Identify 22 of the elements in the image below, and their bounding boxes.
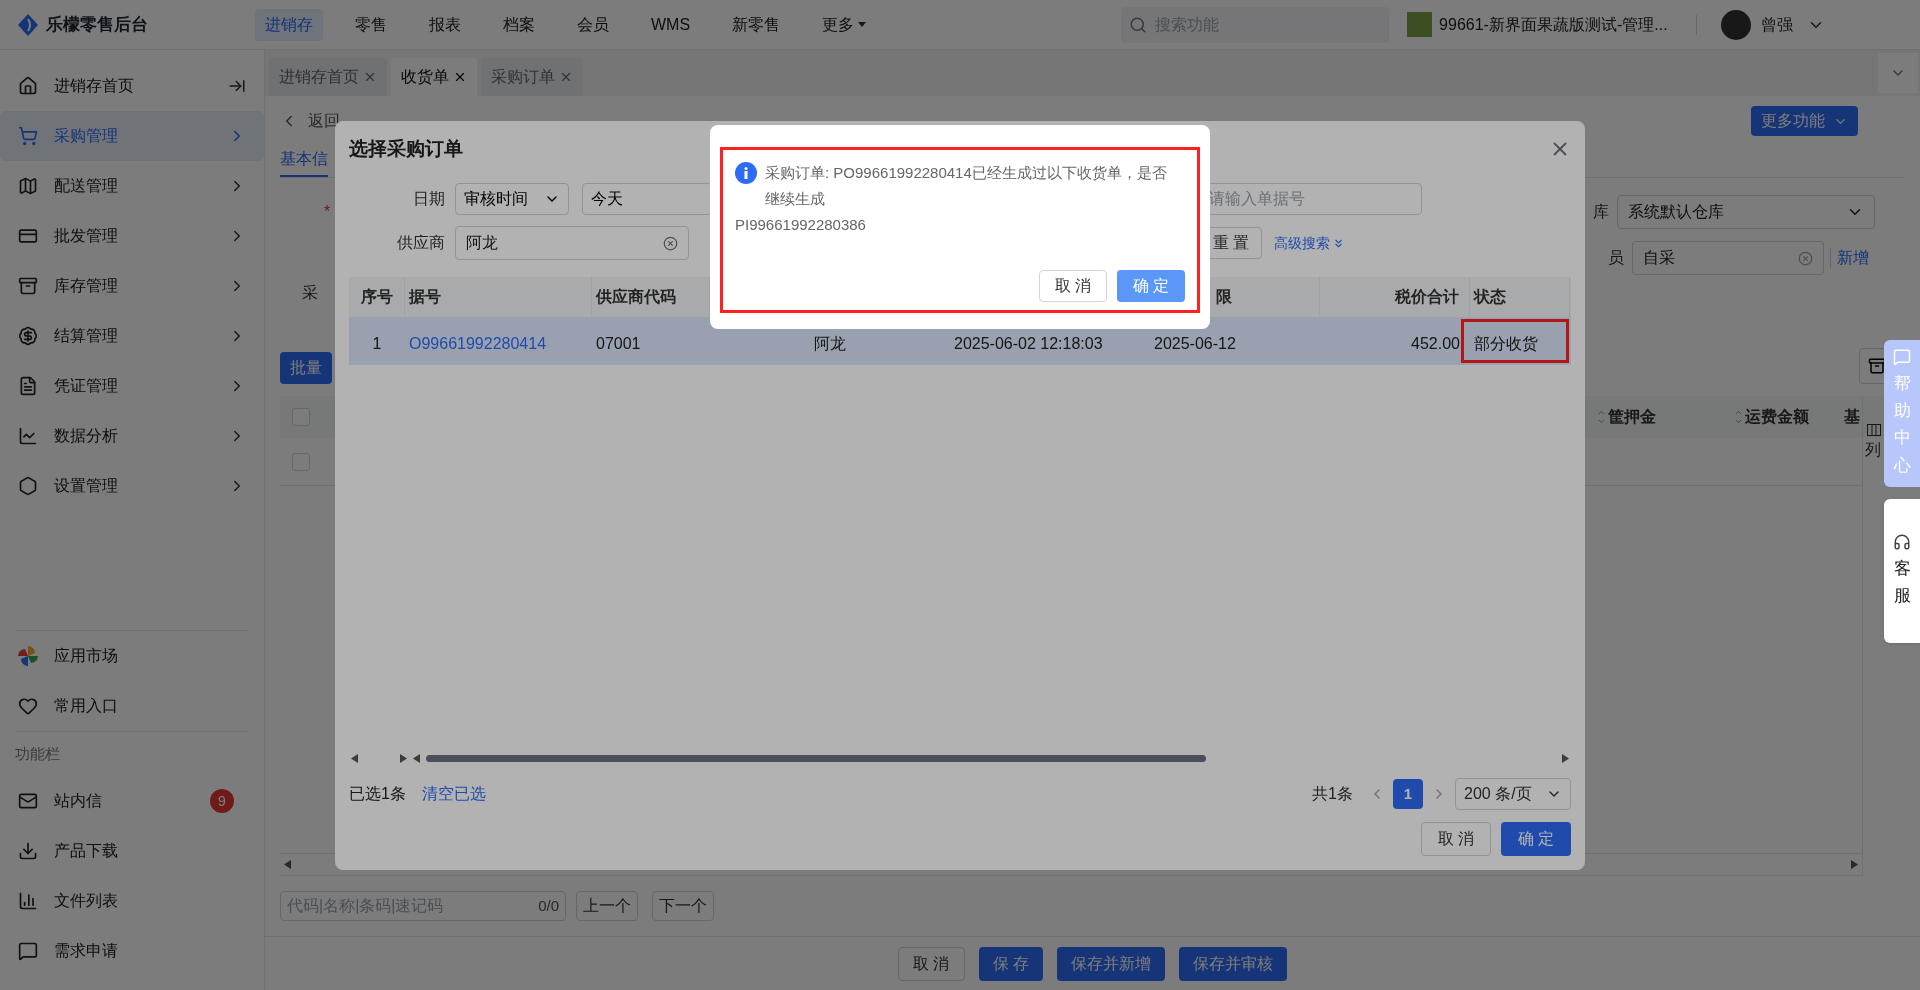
field-label: 员 bbox=[1608, 248, 1624, 268]
table-cell-text: 07001 bbox=[596, 334, 641, 354]
field-label: 供应商 bbox=[396, 233, 446, 253]
field-label: 库 bbox=[1593, 202, 1609, 222]
section-title: 功能栏 bbox=[15, 743, 60, 764]
table-cell-text: 部分收货 bbox=[1474, 334, 1538, 354]
field-label: 日期 bbox=[412, 189, 446, 209]
dialog-title: 选择采购订单 bbox=[349, 136, 463, 161]
match-count: 0/0 bbox=[538, 895, 559, 916]
field-label: 采 bbox=[302, 283, 318, 303]
logo-text: 乐檬零售后台 bbox=[46, 13, 148, 36]
total-count: 共1条 bbox=[1312, 784, 1353, 804]
table-cell-text: 阿龙 bbox=[814, 334, 846, 354]
table-cell-text: 452.00 bbox=[1411, 334, 1460, 354]
required-mark: * bbox=[324, 202, 331, 222]
table-cell-text: 2025-06-02 12:18:03 bbox=[954, 334, 1103, 354]
confirm-message: 采购订单: PO99661992280414已经生成过以下收货单，是否继续生成 bbox=[765, 163, 1168, 209]
count-badge: 9 bbox=[210, 789, 234, 813]
selected-count: 已选1条 bbox=[349, 784, 406, 804]
table-cell-text: 1 bbox=[372, 334, 382, 354]
order-number: PI99661992280386 bbox=[735, 215, 867, 235]
table-cell-text: 2025-06-12 bbox=[1154, 334, 1236, 354]
